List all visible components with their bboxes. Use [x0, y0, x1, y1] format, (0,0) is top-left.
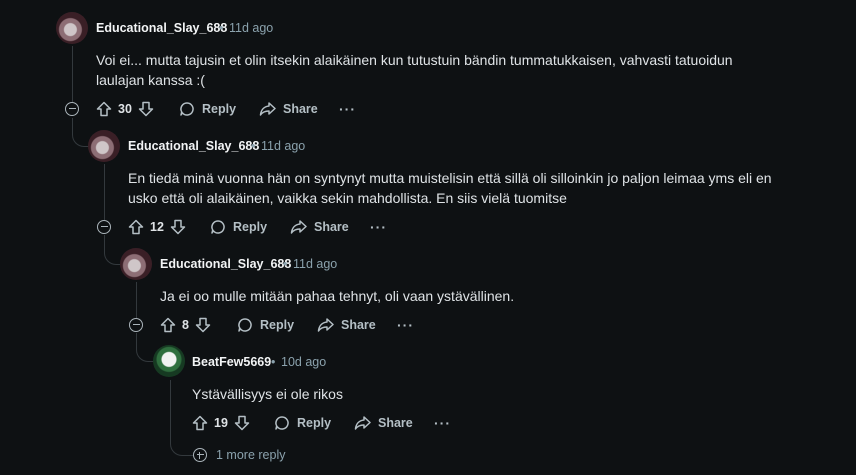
- reply-label: Reply: [202, 102, 237, 116]
- comment-body: Ystävällisyys ei ole rikos: [192, 386, 343, 402]
- comment-timestamp[interactable]: 10d ago: [281, 355, 326, 369]
- expand-icon: [193, 448, 207, 462]
- downvote-icon[interactable]: [234, 415, 250, 431]
- meta-separator: •: [283, 257, 288, 271]
- reply-label: Reply: [260, 318, 295, 332]
- meta-separator: •: [251, 139, 256, 153]
- downvote-icon[interactable]: [170, 219, 186, 235]
- more-options-button[interactable]: ···: [397, 317, 414, 333]
- comment-author[interactable]: Educational_Slay_688: [128, 139, 259, 153]
- reply-button[interactable]: Reply: [274, 415, 331, 431]
- reply-label: Reply: [233, 220, 268, 234]
- vote-controls: 12: [128, 219, 186, 235]
- share-button[interactable]: Share: [290, 219, 349, 235]
- downvote-icon[interactable]: [138, 101, 154, 117]
- more-options-button[interactable]: ···: [370, 219, 387, 235]
- user-avatar[interactable]: [120, 248, 152, 280]
- thread-connector: [170, 416, 193, 456]
- comment-body: En tiedä minä vuonna hän on syntynyt mut…: [128, 170, 772, 206]
- share-icon: [290, 219, 307, 235]
- meta-separator: •: [219, 21, 224, 35]
- downvote-icon[interactable]: [195, 317, 211, 333]
- vote-controls: 19: [192, 415, 250, 431]
- share-label: Share: [283, 102, 318, 116]
- more-replies-label: 1 more reply: [216, 448, 286, 462]
- collapse-thread-button[interactable]: [97, 220, 111, 234]
- collapse-thread-button[interactable]: [65, 102, 79, 116]
- vote-count: 8: [182, 318, 189, 332]
- share-button[interactable]: Share: [259, 101, 318, 117]
- share-label: Share: [378, 416, 413, 430]
- comment-body: Ja ei oo mulle mitään pahaa tehnyt, oli …: [160, 288, 515, 304]
- more-options-button[interactable]: ···: [339, 101, 356, 117]
- upvote-icon[interactable]: [128, 219, 144, 235]
- comment-icon: [237, 317, 253, 333]
- thread-line: [136, 282, 137, 318]
- more-options-button[interactable]: ···: [434, 415, 451, 431]
- vote-controls: 30: [96, 101, 154, 117]
- comment-timestamp[interactable]: 11d ago: [229, 21, 273, 35]
- vote-count: 30: [118, 102, 132, 116]
- share-icon: [259, 101, 276, 117]
- vote-count: 12: [150, 220, 164, 234]
- thread-line: [104, 164, 105, 220]
- comment-icon: [179, 101, 195, 117]
- share-label: Share: [341, 318, 376, 332]
- upvote-icon[interactable]: [160, 317, 176, 333]
- share-icon: [317, 317, 334, 333]
- upvote-icon[interactable]: [96, 101, 112, 117]
- reply-button[interactable]: Reply: [210, 219, 267, 235]
- reply-button[interactable]: Reply: [237, 317, 294, 333]
- reply-label: Reply: [297, 416, 332, 430]
- share-button[interactable]: Share: [354, 415, 413, 431]
- comment-icon: [210, 219, 226, 235]
- thread-line: [170, 380, 171, 416]
- comment-timestamp[interactable]: 11d ago: [261, 139, 305, 153]
- reply-button[interactable]: Reply: [179, 101, 236, 117]
- user-avatar[interactable]: [153, 345, 185, 377]
- thread-connector: [136, 333, 155, 362]
- comment-icon: [274, 415, 290, 431]
- comment-author[interactable]: Educational_Slay_688: [96, 21, 227, 35]
- comment-author[interactable]: Educational_Slay_688: [160, 257, 291, 271]
- share-button[interactable]: Share: [317, 317, 376, 333]
- vote-count: 19: [214, 416, 228, 430]
- comment-body: Voi ei... mutta tajusin et olin itsekin …: [96, 52, 733, 88]
- comment-author[interactable]: BeatFew5669: [192, 355, 271, 369]
- share-icon: [354, 415, 371, 431]
- collapse-thread-button[interactable]: [129, 318, 143, 332]
- upvote-icon[interactable]: [192, 415, 208, 431]
- more-replies-button[interactable]: 1 more reply: [193, 448, 285, 462]
- user-avatar[interactable]: [56, 12, 88, 44]
- meta-separator: •: [271, 355, 276, 369]
- comment-timestamp[interactable]: 11d ago: [293, 257, 337, 271]
- thread-line: [72, 46, 73, 102]
- vote-controls: 8: [160, 317, 211, 333]
- user-avatar[interactable]: [88, 130, 120, 162]
- share-label: Share: [314, 220, 349, 234]
